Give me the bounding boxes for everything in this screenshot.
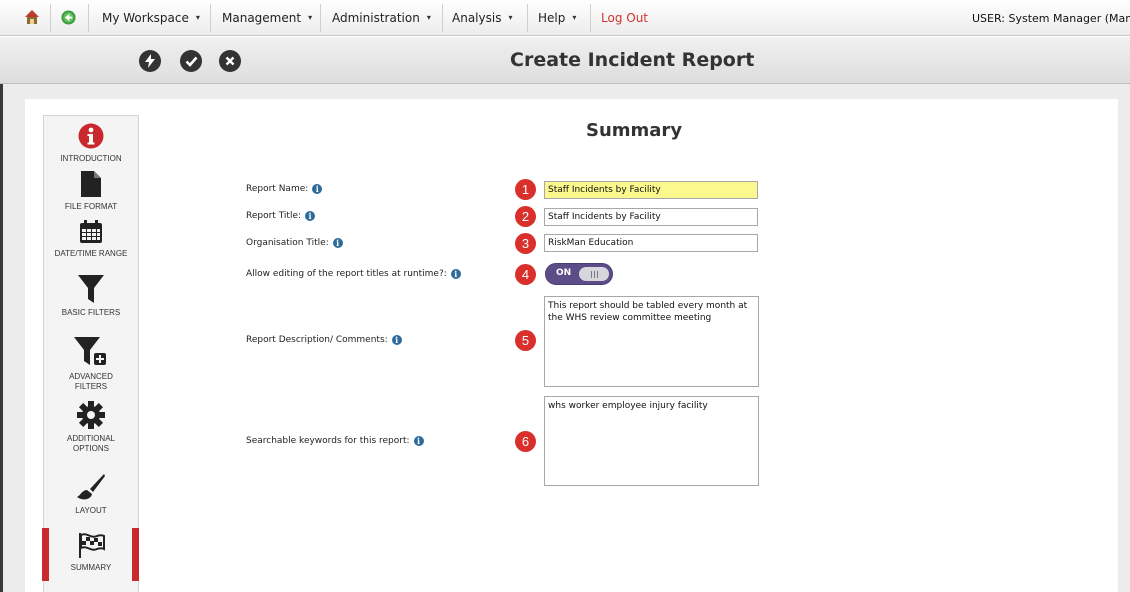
info-icon[interactable]: i bbox=[312, 184, 323, 194]
allow-editing-label: Allow editing of the report titles at ru… bbox=[246, 269, 461, 279]
sidebar-item-label: INTRODUCTION bbox=[60, 154, 122, 163]
field-label: Searchable keywords for this report: bbox=[246, 436, 410, 446]
home-icon[interactable] bbox=[24, 9, 40, 29]
sidebar-item-additional-options[interactable]: ADDITIONAL OPTIONS bbox=[44, 401, 138, 454]
brush-icon bbox=[44, 473, 138, 505]
menu-divider bbox=[590, 4, 591, 32]
report-title-label: Report Title: i bbox=[246, 211, 316, 221]
report-description-field[interactable]: This report should be tabled every month… bbox=[544, 296, 759, 387]
chevron-down-icon: ▾ bbox=[426, 13, 431, 22]
menu-my-workspace[interactable]: My Workspace ▾ bbox=[102, 11, 200, 25]
searchable-keywords-label: Searchable keywords for this report: i bbox=[246, 436, 424, 446]
step-marker: 3 bbox=[515, 233, 536, 254]
wizard-sidebar: INTRODUCTION FILE FORMAT DATE/TIME RANGE… bbox=[42, 115, 139, 592]
allow-editing-toggle[interactable]: ON bbox=[545, 263, 613, 285]
gear-icon bbox=[44, 401, 138, 433]
info-icon[interactable]: i bbox=[413, 436, 424, 446]
user-label: USER: System Manager (Manager) bbox=[972, 12, 1130, 25]
field-label: Allow editing of the report titles at ru… bbox=[246, 269, 447, 279]
info-icon[interactable]: i bbox=[332, 238, 343, 248]
sidebar-item-layout[interactable]: LAYOUT bbox=[44, 473, 138, 516]
logout-link[interactable]: Log Out bbox=[601, 11, 648, 25]
chevron-down-icon: ▾ bbox=[572, 13, 577, 22]
field-label: Report Description/ Comments: bbox=[246, 335, 388, 345]
sidebar-item-file-format[interactable]: FILE FORMAT bbox=[44, 171, 138, 212]
menu-management[interactable]: Management ▾ bbox=[222, 11, 312, 25]
toggle-state-label: ON bbox=[556, 268, 572, 278]
lightning-icon[interactable] bbox=[139, 50, 161, 72]
sidebar-item-summary[interactable]: SUMMARY bbox=[42, 528, 139, 581]
menu-label: Help bbox=[538, 11, 566, 25]
toggle-knob[interactable] bbox=[579, 267, 609, 281]
searchable-keywords-field[interactable]: whs worker employee injury facility bbox=[544, 396, 759, 486]
file-icon bbox=[44, 171, 138, 201]
sidebar-item-label: ADVANCED FILTERS bbox=[69, 372, 113, 391]
sidebar-item-label: BASIC FILTERS bbox=[61, 308, 121, 317]
active-indicator bbox=[42, 528, 49, 581]
calendar-icon bbox=[44, 220, 138, 248]
step-marker: 1 bbox=[515, 179, 536, 200]
toolbar: Create Incident Report bbox=[0, 37, 1130, 84]
flag-checkered-icon bbox=[44, 532, 138, 562]
report-name-label: Report Name: i bbox=[246, 184, 323, 194]
step-marker: 4 bbox=[515, 264, 536, 285]
back-icon[interactable] bbox=[61, 10, 76, 29]
report-description-label: Report Description/ Comments: i bbox=[246, 335, 402, 345]
report-title-field[interactable] bbox=[544, 208, 758, 226]
step-marker: 6 bbox=[515, 431, 536, 452]
info-icon[interactable]: i bbox=[305, 211, 316, 221]
report-name-field[interactable] bbox=[544, 181, 758, 199]
menu-divider bbox=[50, 4, 51, 32]
info-icon[interactable]: i bbox=[450, 269, 461, 279]
close-icon[interactable] bbox=[219, 50, 241, 72]
menu-divider bbox=[88, 4, 89, 32]
menu-label: My Workspace bbox=[102, 11, 189, 25]
sidebar-item-advanced-filters[interactable]: ADVANCED FILTERS bbox=[44, 337, 138, 392]
info-icon bbox=[44, 123, 138, 153]
filter-icon bbox=[44, 275, 138, 307]
sidebar-item-basic-filters[interactable]: BASIC FILTERS bbox=[44, 275, 138, 318]
chevron-down-icon: ▾ bbox=[308, 13, 313, 22]
sidebar-item-label: LAYOUT bbox=[75, 506, 107, 515]
organisation-title-field[interactable] bbox=[544, 234, 758, 252]
field-label: Report Title: bbox=[246, 211, 302, 221]
step-marker: 5 bbox=[515, 330, 536, 351]
sidebar-item-label: DATE/TIME RANGE bbox=[54, 249, 128, 258]
summary-heading: Summary bbox=[586, 120, 683, 141]
menu-divider bbox=[527, 4, 528, 32]
organisation-title-label: Organisation Title: i bbox=[246, 238, 343, 248]
field-label: Report Name: bbox=[246, 184, 309, 194]
sidebar-item-label: FILE FORMAT bbox=[64, 202, 118, 211]
chevron-down-icon: ▾ bbox=[195, 13, 200, 22]
menu-divider bbox=[442, 4, 443, 32]
menu-label: Analysis bbox=[452, 11, 502, 25]
sidebar-item-date-time-range[interactable]: DATE/TIME RANGE bbox=[44, 220, 138, 259]
sidebar-item-label: ADDITIONAL OPTIONS bbox=[66, 434, 115, 453]
check-icon[interactable] bbox=[180, 50, 202, 72]
menu-label: Management bbox=[222, 11, 302, 25]
page-title: Create Incident Report bbox=[510, 49, 755, 71]
sidebar-item-label: SUMMARY bbox=[70, 563, 112, 572]
menu-analysis[interactable]: Analysis ▾ bbox=[452, 11, 512, 25]
sidebar-item-introduction[interactable]: INTRODUCTION bbox=[44, 123, 138, 164]
menu-divider bbox=[210, 4, 211, 32]
step-marker: 2 bbox=[515, 206, 536, 227]
active-indicator bbox=[132, 528, 139, 581]
field-label: Organisation Title: bbox=[246, 238, 329, 248]
chevron-down-icon: ▾ bbox=[508, 13, 513, 22]
menu-label: Administration bbox=[332, 11, 420, 25]
menu-administration[interactable]: Administration ▾ bbox=[332, 11, 431, 25]
filter-plus-icon bbox=[44, 337, 138, 371]
info-icon[interactable]: i bbox=[391, 335, 402, 345]
menu-divider bbox=[320, 4, 321, 32]
menu-help[interactable]: Help ▾ bbox=[538, 11, 576, 25]
top-menu-bar: My Workspace ▾ Management ▾ Administration… bbox=[0, 0, 1130, 36]
